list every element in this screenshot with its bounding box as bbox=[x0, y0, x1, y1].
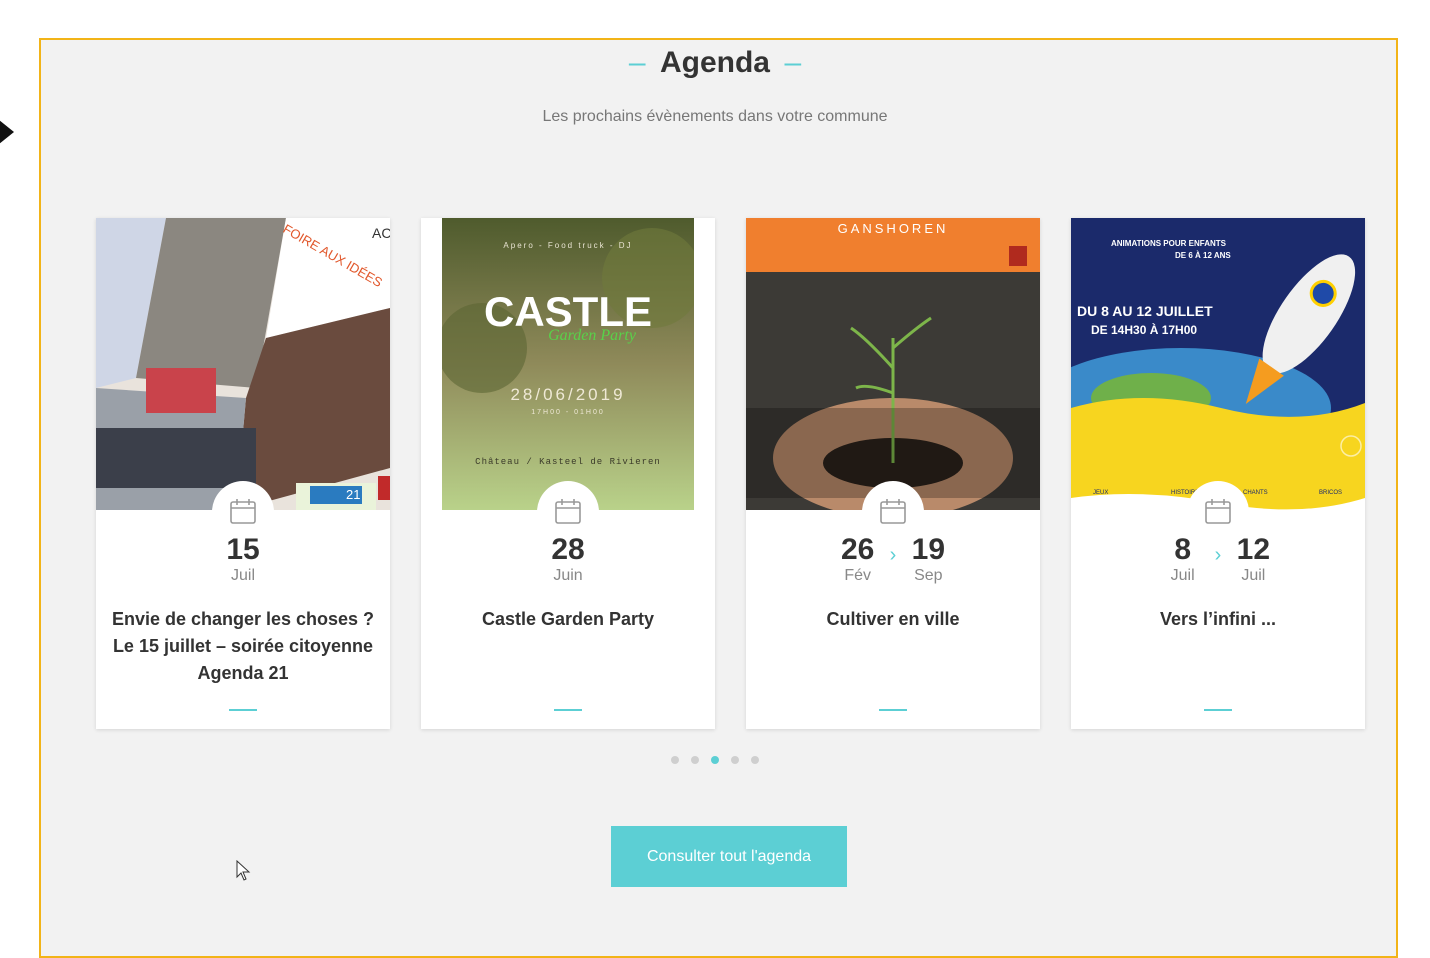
start-day: 15 bbox=[226, 533, 260, 566]
poster-1-badge: 21 bbox=[346, 487, 360, 502]
event-card-3[interactable]: GANSHOREN 26 Fév › 19 Sep Cultiver en vi… bbox=[746, 218, 1040, 729]
date-range-chevron-icon: › bbox=[889, 544, 897, 566]
event-title[interactable]: Vers l’infini ... bbox=[1085, 606, 1351, 633]
title-dash-right: – bbox=[784, 46, 802, 79]
calendar-icon bbox=[230, 499, 256, 524]
start-day: 28 bbox=[551, 533, 585, 566]
poster-4-label-songs: CHANTS bbox=[1243, 490, 1268, 496]
end-date: 12 Juil bbox=[1233, 534, 1273, 586]
carousel-dot-3[interactable] bbox=[711, 756, 719, 764]
event-poster-4[interactable]: ANIMATIONS POUR ENFANTS DE 6 À 12 ANS DU… bbox=[1071, 218, 1365, 510]
start-date: 15 Juil bbox=[223, 534, 263, 586]
mouse-cursor-icon bbox=[236, 860, 251, 881]
event-title[interactable]: Cultiver en ville bbox=[760, 606, 1026, 633]
carousel-dot-1[interactable] bbox=[671, 756, 679, 764]
carousel-dot-5[interactable] bbox=[751, 756, 759, 764]
start-day: 26 bbox=[840, 533, 875, 566]
card-divider bbox=[229, 709, 257, 711]
section-subtitle: Les prochains évènements dans votre comm… bbox=[542, 108, 888, 125]
event-card-4[interactable]: ANIMATIONS POUR ENFANTS DE 6 À 12 ANS DU… bbox=[1071, 218, 1365, 729]
start-day: 8 bbox=[1174, 533, 1191, 566]
card-divider bbox=[879, 709, 907, 711]
start-month: Juin bbox=[553, 567, 583, 584]
section-title-text: Agenda bbox=[659, 46, 770, 79]
event-title[interactable]: Envie de changer les choses ? Le 15 juil… bbox=[110, 606, 376, 687]
event-poster-1[interactable]: FOIRE AUX IDÉES AC 21 bbox=[96, 218, 390, 510]
end-month: Sep bbox=[914, 567, 943, 584]
poster-2-place: Château / Kasteel de Rivieren bbox=[475, 457, 661, 467]
start-month: Fév bbox=[844, 567, 871, 584]
event-poster-3[interactable]: GANSHOREN bbox=[746, 218, 1040, 510]
view-full-agenda-button[interactable]: Consulter tout l'agenda bbox=[611, 826, 847, 887]
event-date: 15 Juil bbox=[96, 534, 390, 586]
poster-2-top: Apero - Food truck - DJ bbox=[503, 241, 632, 250]
card-divider bbox=[554, 709, 582, 711]
poster-1-corner: AC bbox=[372, 225, 390, 241]
end-day: 12 bbox=[1236, 533, 1271, 566]
carousel-pagination bbox=[0, 756, 1430, 764]
poster-4-label-games: JEUX bbox=[1093, 490, 1108, 496]
poster-2-script: Garden Party bbox=[548, 327, 637, 344]
poster-2-time: 17H00 - 01H00 bbox=[531, 409, 604, 416]
poster-3-header: GANSHOREN bbox=[838, 221, 949, 236]
event-card-2[interactable]: Apero - Food truck - DJ CASTLE Garden Pa… bbox=[421, 218, 715, 729]
section-title: – Agenda – bbox=[0, 46, 1430, 80]
calendar-icon bbox=[880, 499, 906, 524]
end-month: Juil bbox=[1241, 567, 1266, 584]
carousel-dot-4[interactable] bbox=[731, 756, 739, 764]
card-divider bbox=[1204, 709, 1232, 711]
start-date: 28 Juin bbox=[548, 534, 588, 586]
poster-4-line3: DU 8 AU 12 JUILLET bbox=[1077, 303, 1213, 319]
start-date: 26 Fév bbox=[838, 534, 878, 586]
end-day: 19 bbox=[911, 533, 946, 566]
event-date: 28 Juin bbox=[421, 534, 715, 586]
event-date: 8 Juil › 12 Juil bbox=[1071, 534, 1365, 586]
poster-4-line1: ANIMATIONS POUR ENFANTS bbox=[1111, 239, 1227, 248]
start-month: Juil bbox=[230, 567, 255, 584]
event-date: 26 Fév › 19 Sep bbox=[746, 534, 1040, 586]
start-date: 8 Juil bbox=[1163, 534, 1203, 586]
start-month: Juil bbox=[1170, 567, 1195, 584]
event-poster-2[interactable]: Apero - Food truck - DJ CASTLE Garden Pa… bbox=[442, 218, 694, 510]
event-card-1[interactable]: FOIRE AUX IDÉES AC 21 15 Juil Envie de c… bbox=[96, 218, 390, 729]
calendar-icon bbox=[555, 499, 581, 524]
calendar-icon bbox=[1205, 499, 1231, 524]
event-title[interactable]: Castle Garden Party bbox=[435, 606, 701, 633]
date-range-chevron-icon: › bbox=[1214, 544, 1222, 566]
poster-4-line4: DE 14H30 À 17H00 bbox=[1091, 322, 1197, 337]
poster-4-line2: DE 6 À 12 ANS bbox=[1175, 251, 1231, 260]
title-dash-left: – bbox=[628, 46, 646, 79]
poster-2-date: 28/06/2019 bbox=[510, 385, 625, 404]
end-date: 19 Sep bbox=[908, 534, 948, 586]
carousel-dot-2[interactable] bbox=[691, 756, 699, 764]
poster-4-label-crafts: BRICOS bbox=[1319, 490, 1342, 496]
